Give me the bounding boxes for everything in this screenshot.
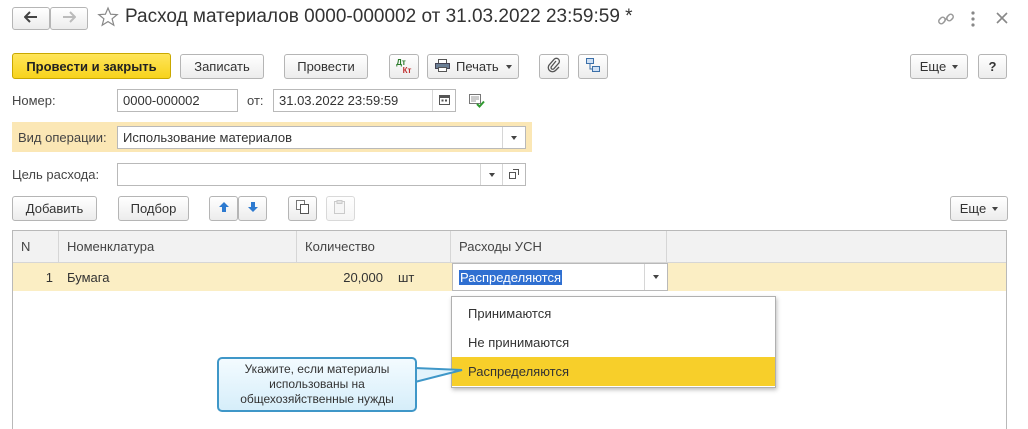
hint-tooltip: Укажите, если материалы использованы на …	[217, 357, 417, 412]
paste-icon	[334, 200, 347, 217]
table-header: N Номенклатура Количество Расходы УСН	[13, 231, 1006, 263]
operation-label: Вид операции:	[18, 130, 107, 145]
help-button[interactable]: ?	[978, 54, 1007, 79]
print-label: Печать	[456, 59, 499, 74]
move-up-button[interactable]	[209, 196, 238, 221]
document-status-icon[interactable]	[469, 94, 485, 111]
purpose-dropdown-button[interactable]	[480, 164, 503, 185]
post-and-close-button[interactable]: Провести и закрыть	[12, 53, 171, 79]
option-not-accepted[interactable]: Не принимаются	[452, 328, 775, 357]
row-usn-editor[interactable]: Распределяются	[452, 263, 668, 291]
forward-button[interactable]	[50, 7, 88, 30]
chevron-down-icon	[511, 135, 517, 140]
chevron-down-icon	[992, 206, 999, 211]
favorite-star-icon[interactable]	[97, 6, 119, 31]
paste-button[interactable]	[326, 196, 355, 221]
column-header-item[interactable]: Номенклатура	[59, 231, 297, 262]
chevron-down-icon	[952, 64, 959, 69]
number-label: Номер:	[12, 93, 56, 108]
close-icon[interactable]	[995, 11, 1009, 28]
row-qty[interactable]: 20,000	[297, 263, 383, 291]
open-window-icon	[509, 167, 519, 182]
chevron-down-icon	[489, 172, 495, 177]
purpose-select[interactable]	[117, 163, 526, 186]
row-usn-value: Распределяются	[459, 269, 563, 285]
purpose-open-button[interactable]	[502, 164, 525, 185]
copy-icon	[296, 200, 309, 217]
operation-select[interactable]: Использование материалов	[117, 126, 526, 149]
table-row[interactable]: 1 Бумага 20,000 шт Распределяются	[13, 263, 1006, 291]
window-title: Расход материалов 0000-000002 от 31.03.2…	[125, 6, 633, 27]
more-label: Еще	[919, 59, 947, 74]
paperclip-icon	[547, 57, 561, 76]
save-button[interactable]: Записать	[180, 54, 264, 79]
number-field[interactable]: 0000-000002	[117, 89, 238, 112]
hierarchy-icon	[585, 57, 601, 76]
post-button[interactable]: Провести	[284, 54, 368, 79]
option-accepted[interactable]: Принимаются	[452, 299, 775, 328]
chevron-down-icon	[505, 64, 512, 69]
move-down-button[interactable]	[238, 196, 267, 221]
usn-dropdown-button[interactable]	[644, 264, 667, 290]
dt-kt-button[interactable]: Дт Кт	[389, 54, 419, 79]
link-icon[interactable]	[937, 10, 955, 31]
column-header-n[interactable]: N	[13, 231, 59, 262]
kt-label: Кт	[402, 65, 412, 75]
chevron-down-icon	[653, 275, 659, 279]
date-value: 31.03.2022 23:59:59	[279, 93, 399, 108]
row-item[interactable]: Бумага	[67, 263, 287, 291]
printer-icon	[435, 58, 450, 75]
option-distributed[interactable]: Распределяются	[452, 357, 775, 386]
more-button[interactable]: Еще	[910, 54, 968, 79]
back-button[interactable]	[12, 7, 50, 30]
attach-button[interactable]	[539, 54, 569, 79]
row-unit: шт	[398, 269, 415, 285]
structure-button[interactable]	[578, 54, 608, 79]
kebab-menu-icon[interactable]	[970, 10, 976, 31]
date-field[interactable]: 31.03.2022 23:59:59	[273, 89, 456, 112]
arrow-up-icon	[218, 201, 230, 216]
tooltip-pointer	[414, 367, 463, 383]
row-number: 1	[45, 269, 53, 285]
purpose-label: Цель расхода:	[12, 167, 100, 182]
copy-button[interactable]	[288, 196, 317, 221]
pick-button[interactable]: Подбор	[118, 196, 189, 221]
usn-dropdown-list[interactable]: Принимаются Не принимаются Распределяютс…	[451, 296, 776, 388]
print-button[interactable]: Печать	[427, 54, 519, 79]
operation-value: Использование материалов	[123, 130, 293, 145]
column-header-qty[interactable]: Количество	[297, 231, 451, 262]
arrow-left-icon	[23, 11, 38, 26]
arrow-right-icon	[62, 11, 77, 26]
table-more-label: Еще	[959, 201, 987, 216]
add-button[interactable]: Добавить	[12, 196, 97, 221]
operation-dropdown-button[interactable]	[502, 127, 525, 148]
arrow-down-icon	[247, 201, 259, 216]
calendar-button[interactable]	[432, 90, 455, 111]
date-label: от:	[247, 93, 264, 108]
column-header-usn[interactable]: Расходы УСН	[451, 231, 667, 262]
calendar-icon	[438, 93, 450, 108]
table-more-button[interactable]: Еще	[950, 196, 1008, 221]
